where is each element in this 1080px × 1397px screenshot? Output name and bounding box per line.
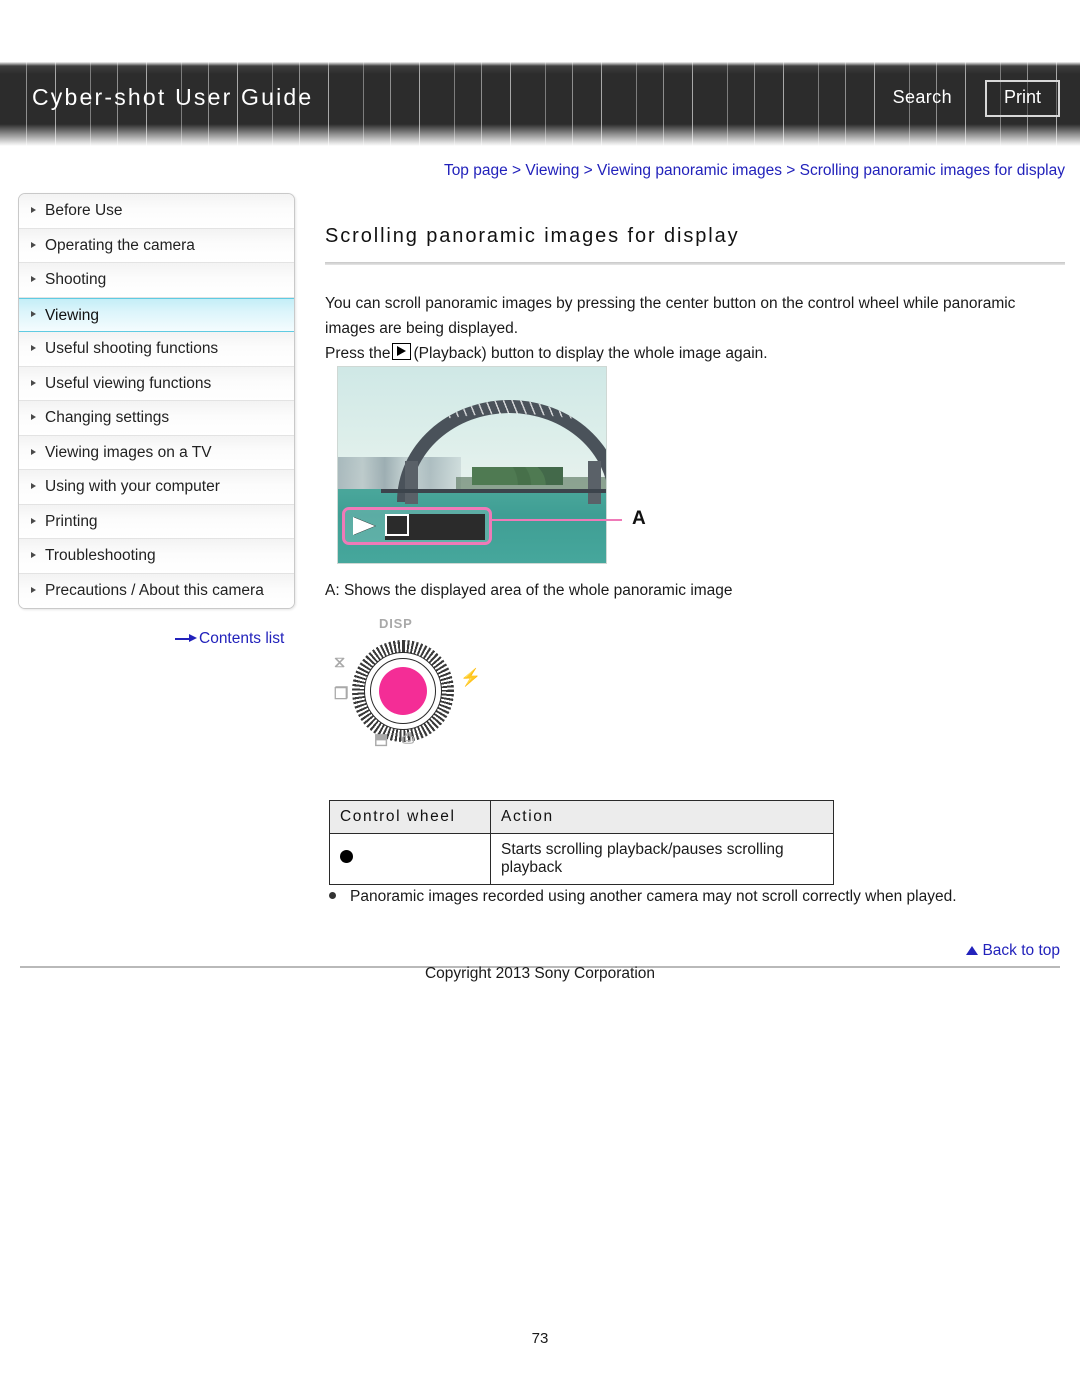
column-header-control-wheel: Control wheel bbox=[329, 800, 491, 834]
chevron-right-icon bbox=[31, 517, 36, 524]
chevron-right-icon bbox=[31, 276, 36, 283]
chevron-right-icon bbox=[31, 207, 36, 214]
sidebar-item-troubleshooting[interactable]: Troubleshooting bbox=[19, 539, 294, 574]
sidebar-item-label: Viewing bbox=[45, 306, 100, 324]
table-body: Starts scrolling playback/pauses scrolli… bbox=[329, 833, 834, 885]
sidebar-item-label: Using with your computer bbox=[45, 478, 220, 495]
exposure-compensation-icon: ⬒ bbox=[374, 731, 389, 748]
callout-label-a: A bbox=[632, 508, 646, 529]
chevron-right-icon bbox=[31, 552, 36, 559]
scroll-position-overlay bbox=[342, 507, 492, 545]
sidebar-item-label: Precautions / About this camera bbox=[45, 581, 264, 599]
sidebar-item-useful-viewing-functions[interactable]: Useful viewing functions bbox=[19, 366, 294, 401]
sidebar-item-shooting[interactable]: Shooting bbox=[19, 263, 294, 298]
photo-bridge-deck bbox=[380, 488, 606, 493]
copyright-text: Copyright 2013 Sony Corporation bbox=[424, 965, 656, 982]
sidebar-item-viewing[interactable]: Viewing bbox=[19, 297, 294, 332]
sidebar-item-label: Operating the camera bbox=[45, 236, 195, 254]
back-to-top-label: Back to top bbox=[982, 942, 1060, 959]
sidebar-item-label: Useful shooting functions bbox=[45, 340, 219, 357]
playback-icon bbox=[392, 343, 412, 360]
control-wheel-diagram: DISP ⧖ ❐ ⚡ ⬒ ⎙ bbox=[334, 612, 484, 762]
sidebar-item-operating-the-camera[interactable]: Operating the camera bbox=[19, 228, 294, 263]
title-divider bbox=[325, 262, 1065, 265]
chevron-right-icon bbox=[31, 241, 36, 248]
burst-mode-icon: ❐ bbox=[334, 686, 350, 703]
back-to-top-link[interactable]: Back to top bbox=[966, 942, 1060, 960]
sidebar-item-viewing-images-on-a-tv[interactable]: Viewing images on a TV bbox=[19, 435, 294, 470]
sidebar-item-precautions-about-this-camera[interactable]: Precautions / About this camera bbox=[19, 573, 294, 608]
print-button[interactable]: Print bbox=[984, 80, 1060, 117]
table-head: Control wheel Action bbox=[329, 800, 834, 834]
breadcrumb[interactable]: Top page > Viewing > Viewing panoramic i… bbox=[325, 162, 1065, 180]
panorama-photo bbox=[337, 366, 607, 564]
sidebar-item-label: Printing bbox=[45, 512, 98, 530]
chevron-right-icon bbox=[31, 345, 36, 352]
paragraph-1: You can scroll panoramic images by press… bbox=[325, 295, 1016, 337]
figure-caption: A: Shows the displayed area of the whole… bbox=[325, 582, 733, 599]
chevron-right-icon bbox=[31, 379, 36, 386]
sidebar-item-label: Before Use bbox=[45, 202, 123, 219]
contents-list-link[interactable]: Contents list bbox=[175, 630, 284, 648]
photo-creativity-icon: ⎙ bbox=[402, 730, 415, 747]
overlay-area-indicator bbox=[385, 514, 409, 536]
main-content: Scrolling panoramic images for display Y… bbox=[325, 225, 1065, 366]
note-item: Panoramic images recorded using another … bbox=[329, 888, 1069, 906]
chevron-right-icon bbox=[31, 587, 36, 594]
bullet-icon bbox=[329, 892, 336, 899]
sidebar-item-using-with-your-computer[interactable]: Using with your computer bbox=[19, 470, 294, 505]
wheel-center-button bbox=[379, 667, 427, 715]
chevron-right-icon bbox=[31, 483, 36, 490]
self-timer-icon: ⧖ bbox=[334, 654, 347, 671]
paragraph-2: Press the (Playback) button to display th… bbox=[325, 341, 1065, 366]
table-header-row: Control wheel Action bbox=[329, 800, 834, 834]
site-title: Cyber-shot User Guide bbox=[32, 84, 314, 110]
paragraph-2-before: Press the bbox=[325, 345, 391, 362]
triangle-up-icon bbox=[966, 946, 979, 955]
search-button[interactable]: Search bbox=[893, 87, 952, 108]
chevron-right-icon bbox=[31, 448, 36, 455]
arrow-right-icon bbox=[175, 634, 197, 643]
sidebar-item-label: Troubleshooting bbox=[45, 547, 156, 564]
intro-text: You can scroll panoramic images by press… bbox=[325, 291, 1065, 366]
table-row: Starts scrolling playback/pauses scrolli… bbox=[329, 833, 834, 885]
cell-control-wheel bbox=[329, 833, 491, 885]
wheel-disp-label: DISP bbox=[379, 616, 413, 631]
flash-icon: ⚡ bbox=[460, 668, 482, 687]
cell-action: Starts scrolling playback/pauses scrolli… bbox=[490, 833, 834, 885]
photo-bridge-pylon-right bbox=[587, 461, 601, 505]
sidebar-item-useful-shooting-functions[interactable]: Useful shooting functions bbox=[19, 332, 294, 367]
callout-leader-line bbox=[489, 519, 622, 521]
sidebar-item-before-use[interactable]: Before Use bbox=[19, 194, 294, 229]
contents-list-label: Contents list bbox=[199, 630, 285, 647]
note-text: Panoramic images recorded using another … bbox=[350, 888, 957, 905]
sidebar-item-label: Changing settings bbox=[45, 409, 170, 426]
play-triangle-icon bbox=[353, 517, 375, 535]
paragraph-2-after: (Playback) button to display the whole i… bbox=[413, 345, 768, 362]
sidebar-item-printing[interactable]: Printing bbox=[19, 504, 294, 539]
control-wheel-action-table: Control wheel Action Starts scrolling pl… bbox=[329, 800, 834, 885]
site-header: Cyber-shot User Guide Search Print bbox=[0, 62, 1080, 146]
sidebar-item-label: Useful viewing functions bbox=[45, 374, 212, 392]
column-header-action: Action bbox=[490, 800, 834, 834]
sidebar-item-label: Shooting bbox=[45, 271, 107, 288]
chevron-right-icon bbox=[31, 311, 36, 318]
sidebar-item-label: Viewing images on a TV bbox=[45, 443, 212, 461]
page-title: Scrolling panoramic images for display bbox=[325, 225, 740, 247]
center-button-icon bbox=[340, 850, 353, 863]
photo-bridge-pylon-left bbox=[405, 461, 418, 505]
chevron-right-icon bbox=[31, 414, 36, 421]
page-number: 73 bbox=[531, 1330, 549, 1347]
sidebar-item-changing-settings[interactable]: Changing settings bbox=[19, 401, 294, 436]
sidebar-nav: Before Use Operating the camera Shooting Vi… bbox=[18, 193, 295, 609]
